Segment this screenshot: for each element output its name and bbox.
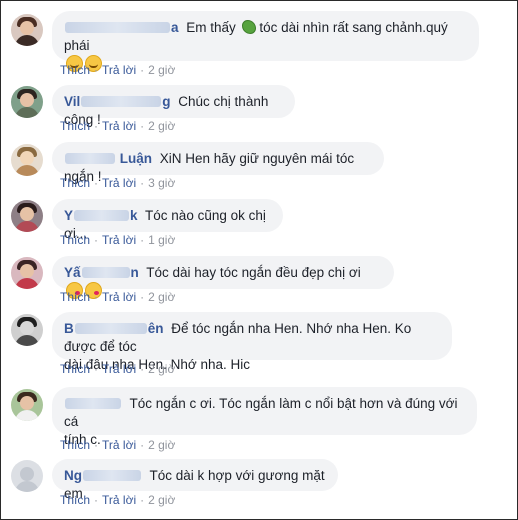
- avatar[interactable]: [11, 86, 43, 118]
- comment-actions: Thích · Trả lời · 2 giờ: [60, 362, 176, 376]
- comment-text: Tóc ngắn c ơi. Tóc ngắn làm c nổi bật hơ…: [64, 396, 458, 429]
- comment-bubble: a Em thấy tóc dài nhìn rất sang chảnh.qu…: [52, 11, 479, 72]
- comment-text: Em thấy: [186, 20, 236, 35]
- commenter-name[interactable]: Yk: [64, 207, 138, 225]
- like-link[interactable]: Thích: [60, 290, 90, 304]
- avatar[interactable]: [11, 144, 43, 176]
- comment-bubble: Vil g Chúc chị thành công !: [52, 85, 295, 127]
- avatar[interactable]: [11, 257, 43, 289]
- like-link[interactable]: Thích: [60, 63, 90, 77]
- commenter-name[interactable]: Vil g: [64, 93, 171, 111]
- comment-text: Tóc dài hay tóc ngắn đều đẹp chị ơi: [146, 265, 361, 280]
- reply-link[interactable]: Trả lời: [102, 176, 136, 190]
- avatar[interactable]: [11, 460, 43, 492]
- timestamp[interactable]: 3 giờ: [148, 176, 175, 190]
- comment-actions: Thích · Trả lời · 2 giờ: [60, 493, 176, 507]
- avatar[interactable]: [11, 389, 43, 421]
- comment-actions: Thích · Trả lời · 2 giờ: [60, 438, 176, 452]
- comment-bubble: Bên Để tóc ngắn nha Hen. Nhớ nha Hen. Ko…: [52, 312, 452, 372]
- like-link[interactable]: Thích: [60, 176, 90, 190]
- avatar[interactable]: [11, 200, 43, 232]
- comment-bubble: Luận XiN Hen hãy giữ nguyên mái tóc ngắn…: [52, 142, 384, 184]
- like-link[interactable]: Thích: [60, 119, 90, 133]
- four-leaf-clover-icon: [241, 20, 256, 35]
- comment-actions: Thích · Trả lời · 2 giờ: [60, 63, 176, 77]
- timestamp[interactable]: 2 giờ: [148, 63, 175, 77]
- reply-link[interactable]: Trả lời: [102, 63, 136, 77]
- comment-actions: Thích · Trả lời · 2 giờ: [60, 119, 176, 133]
- comment-actions: Thích · Trả lời · 1 giờ: [60, 233, 176, 247]
- commenter-name[interactable]: Yấ n: [64, 264, 139, 282]
- avatar[interactable]: [11, 14, 43, 46]
- commenter-name[interactable]: [64, 395, 122, 413]
- commenter-name[interactable]: Luận: [64, 150, 152, 168]
- comment-bubble: Yk Tóc nào cũng ok chị ơi...: [52, 199, 283, 241]
- like-link[interactable]: Thích: [60, 362, 90, 376]
- comment-actions: Thích · Trả lời · 3 giờ: [60, 176, 176, 190]
- timestamp[interactable]: 2 giờ: [148, 493, 175, 507]
- timestamp[interactable]: 2 giờ: [148, 290, 175, 304]
- like-link[interactable]: Thích: [60, 233, 90, 247]
- reply-link[interactable]: Trả lời: [102, 233, 136, 247]
- like-link[interactable]: Thích: [60, 493, 90, 507]
- timestamp[interactable]: 2 giờ: [148, 438, 175, 452]
- reply-link[interactable]: Trả lời: [102, 290, 136, 304]
- comment-bubble: Ng Tóc dài k hợp với gương mặt em: [52, 459, 338, 501]
- reply-link[interactable]: Trả lời: [102, 119, 136, 133]
- timestamp[interactable]: 2 giờ: [148, 119, 175, 133]
- timestamp[interactable]: 1 giờ: [148, 233, 175, 247]
- avatar[interactable]: [11, 314, 43, 346]
- timestamp[interactable]: 2 giờ: [148, 362, 175, 376]
- comment-bubble: Tóc ngắn c ơi. Tóc ngắn làm c nổi bật hơ…: [52, 387, 477, 447]
- comment-bubble: Yấ n Tóc dài hay tóc ngắn đều đẹp chị ơi: [52, 256, 394, 299]
- commenter-name[interactable]: a: [64, 19, 179, 37]
- comment-actions: Thích · Trả lời · 2 giờ: [60, 290, 176, 304]
- reply-link[interactable]: Trả lời: [102, 438, 136, 452]
- reply-link[interactable]: Trả lời: [102, 493, 136, 507]
- commenter-name[interactable]: Bên: [64, 320, 164, 338]
- commenter-name[interactable]: Ng: [64, 467, 142, 485]
- reply-link[interactable]: Trả lời: [102, 362, 136, 376]
- like-link[interactable]: Thích: [60, 438, 90, 452]
